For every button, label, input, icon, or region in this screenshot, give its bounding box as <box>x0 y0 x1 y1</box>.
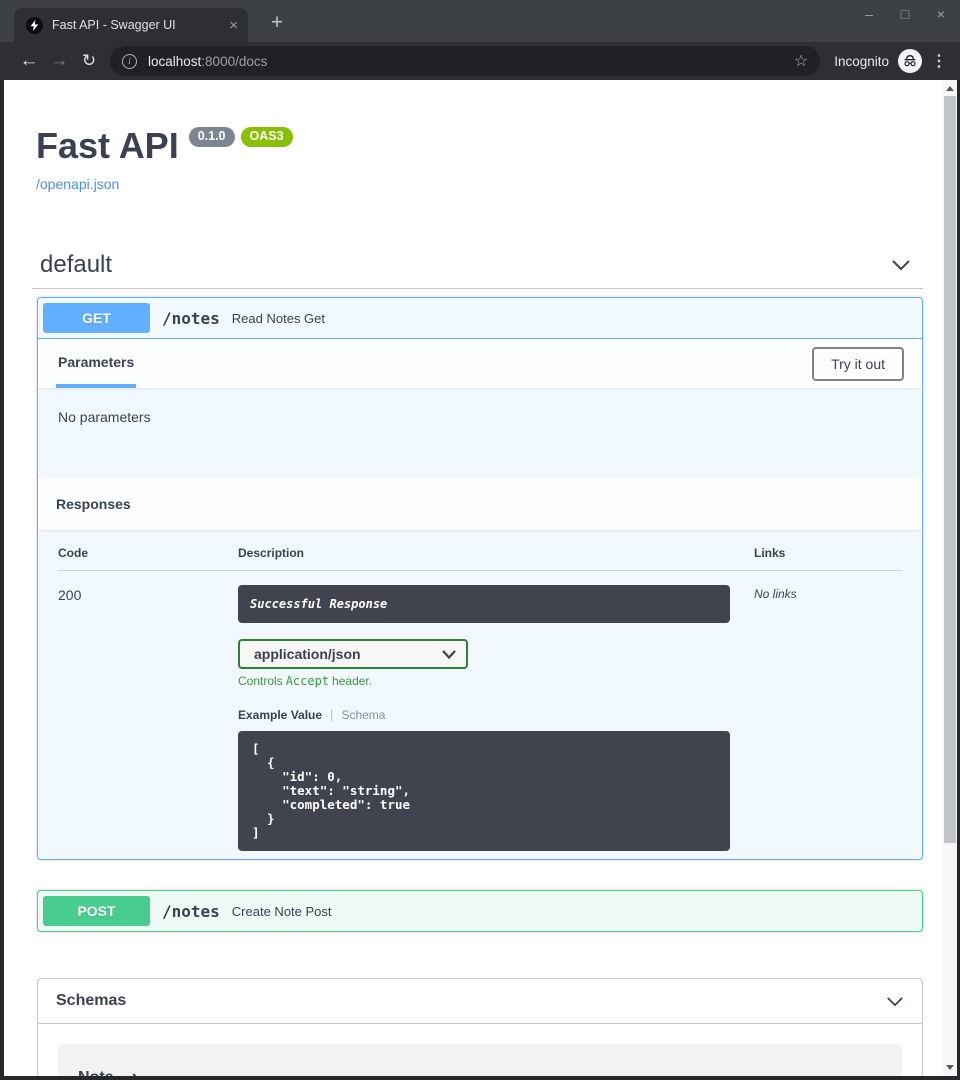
response-links: No links <box>754 571 902 851</box>
browser-menu-icon[interactable]: ⋮ <box>928 51 950 71</box>
vertical-scrollbar[interactable] <box>943 80 957 1076</box>
incognito-indicator: Incognito <box>834 49 922 73</box>
links-column-header: Links <box>754 530 902 570</box>
address-bar[interactable]: i localhost:8000/docs ☆ <box>110 46 820 76</box>
accept-header-note: ControlsAcceptheader. <box>238 674 754 688</box>
responses-title: Responses <box>56 496 131 512</box>
reload-button[interactable]: ↻ <box>74 51 104 71</box>
url-host: localhost <box>148 54 201 69</box>
window-minimize-button[interactable]: – <box>860 6 878 22</box>
tab-strip: Fast API - Swagger UI × + – □ × <box>0 0 960 42</box>
media-type-select[interactable]: application/json <box>238 639 468 669</box>
schema-model-note[interactable]: Note › <box>58 1044 902 1076</box>
site-info-icon[interactable]: i <box>122 54 137 69</box>
description-column-header: Description <box>238 530 754 570</box>
post-endpoint-path: /notes <box>162 902 220 921</box>
response-row-200: 200 Successful Response application/json <box>58 571 902 851</box>
browser-window: Fast API - Swagger UI × + – □ × ← → ↻ i … <box>0 0 960 1080</box>
schemas-header[interactable]: Schemas <box>38 979 922 1024</box>
tab-divider: | <box>330 707 333 722</box>
example-json-block[interactable]: [ { "id": 0, "text": "string", "complete… <box>238 731 730 851</box>
oas3-badge: OAS3 <box>241 127 293 147</box>
openapi-spec-link[interactable]: /openapi.json <box>36 176 119 192</box>
no-parameters-text: No parameters <box>38 388 922 478</box>
schemas-section: Schemas Note › <box>37 978 923 1076</box>
url-text[interactable]: localhost:8000/docs <box>148 54 794 69</box>
chevron-down-icon[interactable] <box>891 259 911 271</box>
tag-name: default <box>40 251 112 279</box>
fastapi-favicon-icon <box>26 17 43 34</box>
back-button[interactable]: ← <box>14 50 44 72</box>
swagger-page: Fast API 0.1.0 OAS3 /openapi.json defaul… <box>4 80 943 1076</box>
page-viewport: Fast API 0.1.0 OAS3 /openapi.json defaul… <box>4 80 957 1076</box>
example-json-text: [ { "id": 0, "text": "string", "complete… <box>252 742 716 840</box>
window-maximize-button[interactable]: □ <box>896 6 914 22</box>
tab-title: Fast API - Swagger UI <box>52 18 223 32</box>
response-description-box: Successful Response <box>238 585 730 623</box>
api-title-row: Fast API 0.1.0 OAS3 <box>36 125 923 167</box>
tab-parameters[interactable]: Parameters <box>56 339 136 388</box>
tab-example-value[interactable]: Example Value <box>238 708 322 722</box>
schemas-title: Schemas <box>56 992 126 1010</box>
chevron-down-icon[interactable] <box>886 996 904 1007</box>
responses-body: Code Description Links 200 Successful Re… <box>38 530 922 859</box>
try-it-out-button[interactable]: Try it out <box>812 347 904 381</box>
page-title: Fast API <box>36 125 179 167</box>
get-endpoint-path: /notes <box>162 309 220 328</box>
get-endpoint-summary: Read Notes Get <box>232 311 325 326</box>
example-schema-tabs: Example Value | Schema <box>238 707 754 722</box>
window-close-button[interactable]: × <box>932 6 950 22</box>
scrollbar-thumb[interactable] <box>944 96 956 843</box>
url-path: :8000/docs <box>201 54 267 69</box>
opblock-get-notes: GET /notes Read Notes Get Parameters Try… <box>37 297 923 860</box>
get-notes-summary[interactable]: GET /notes Read Notes Get <box>38 298 922 339</box>
tab-close-icon[interactable]: × <box>229 17 238 34</box>
browser-toolbar: ← → ↻ i localhost:8000/docs ☆ Incognito … <box>0 42 960 80</box>
browser-tab[interactable]: Fast API - Swagger UI × <box>14 8 248 42</box>
tab-schema[interactable]: Schema <box>341 708 385 722</box>
responses-table-head: Code Description Links <box>58 530 902 571</box>
parameters-header: Parameters Try it out <box>38 339 922 388</box>
post-endpoint-summary: Create Note Post <box>232 904 332 919</box>
tag-section-default[interactable]: default <box>32 251 923 289</box>
select-chevron-icon <box>442 650 456 659</box>
media-type-value: application/json <box>254 646 361 662</box>
post-method-button[interactable]: POST <box>43 896 150 926</box>
forward-button[interactable]: → <box>44 50 74 72</box>
bookmark-star-icon[interactable]: ☆ <box>794 51 810 71</box>
accept-code: Accept <box>283 674 332 688</box>
responses-header: Responses <box>38 478 922 530</box>
code-column-header: Code <box>58 530 238 570</box>
expand-model-icon[interactable]: › <box>132 1068 138 1076</box>
scroll-down-arrow-icon[interactable] <box>946 1065 954 1070</box>
new-tab-button[interactable]: + <box>262 8 292 38</box>
incognito-icon <box>898 49 922 73</box>
response-code: 200 <box>58 571 238 851</box>
opblock-post-notes: POST /notes Create Note Post <box>37 890 923 932</box>
post-notes-summary[interactable]: POST /notes Create Note Post <box>38 891 922 931</box>
scroll-up-arrow-icon[interactable] <box>946 86 954 91</box>
version-badge: 0.1.0 <box>189 127 235 147</box>
model-name-label: Note <box>78 1069 114 1077</box>
get-method-button[interactable]: GET <box>43 303 150 333</box>
incognito-label: Incognito <box>834 54 889 69</box>
